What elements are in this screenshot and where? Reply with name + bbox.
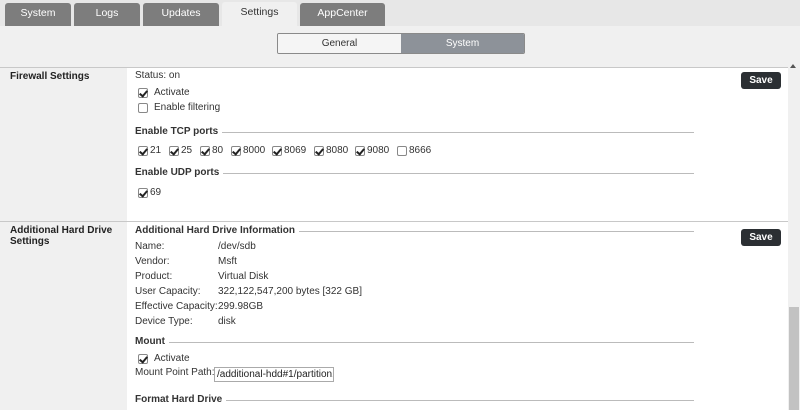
hdd-product-value: Virtual Disk [218, 271, 269, 282]
scroll-up-arrow-icon[interactable] [790, 64, 796, 68]
hdd-device-type-value: disk [218, 316, 236, 327]
hdd-save-button[interactable]: Save [741, 229, 781, 246]
scroll-thumb[interactable] [789, 307, 799, 410]
tcp-port-label: 8666 [409, 145, 432, 156]
tcp-port-checkbox[interactable] [231, 146, 241, 156]
hdd-device-type-label: Device Type: [135, 316, 193, 327]
mount-activate-checkbox[interactable] [138, 354, 148, 364]
firewall-section-title: Firewall Settings [10, 71, 90, 82]
tcp-port-checkbox[interactable] [272, 146, 282, 156]
hdd-effective-capacity-value: 299.98GB [218, 301, 264, 312]
firewall-panel: Status: on Activate Enable filtering Ena… [127, 68, 788, 221]
hdd-product-label: Product: [135, 271, 173, 282]
tcp-port-label: 8069 [284, 145, 307, 156]
tcp-port-checkbox[interactable] [397, 146, 407, 156]
tcp-port-label: 21 [150, 145, 162, 156]
subtab-system[interactable]: System [401, 34, 524, 53]
hdd-effective-capacity-label: Effective Capacity: [135, 301, 218, 312]
settings-content: Firewall Settings Status: on Activate En… [0, 62, 788, 410]
hdd-name-value: /dev/sdb [218, 241, 256, 252]
tab-updates[interactable]: Updates [143, 3, 219, 26]
hdd-name-label: Name: [135, 241, 165, 252]
tab-system[interactable]: System [5, 3, 71, 26]
mount-activate-label: Activate [154, 353, 190, 364]
settings-subtabs: General System [277, 33, 525, 54]
mount-point-label: Mount Point Path: [135, 367, 215, 378]
tcp-port-label: 8080 [326, 145, 349, 156]
tab-settings[interactable]: Settings [222, 2, 297, 26]
firewall-save-button[interactable]: Save [741, 72, 781, 89]
enable-filtering-checkbox[interactable] [138, 103, 148, 113]
hdd-section: Additional Hard Drive Settings Additiona… [0, 222, 788, 410]
hdd-user-capacity-value: 322,122,547,200 bytes [322 GB] [218, 286, 362, 297]
hdd-panel: Additional Hard Drive Information Name: … [127, 222, 788, 410]
tab-logs[interactable]: Logs [74, 3, 140, 26]
tcp-port-checkbox[interactable] [355, 146, 365, 156]
subtab-general[interactable]: General [278, 34, 401, 53]
hdd-vendor-value: Msft [218, 256, 237, 267]
udp-port-checkbox[interactable] [138, 188, 148, 198]
tcp-port-label: 25 [181, 145, 193, 156]
tab-appcenter[interactable]: AppCenter [300, 3, 385, 26]
tcp-port-checkbox[interactable] [138, 146, 148, 156]
hdd-info-title: Additional Hard Drive Information [135, 225, 300, 237]
tcp-port-label: 80 [212, 145, 224, 156]
firewall-status: Status: on [135, 70, 181, 81]
hdd-section-title: Additional Hard Drive Settings [10, 225, 113, 247]
tcp-ports-title: Enable TCP ports [135, 126, 223, 138]
udp-port-label: 69 [150, 187, 162, 198]
tcp-port-checkbox[interactable] [314, 146, 324, 156]
tcp-port-checkbox[interactable] [200, 146, 210, 156]
tcp-port-checkbox[interactable] [169, 146, 179, 156]
firewall-activate-label: Activate [154, 87, 190, 98]
hdd-vendor-label: Vendor: [135, 256, 170, 267]
mount-point-input[interactable]: /additional-hdd#1/partition1/ [214, 367, 334, 382]
hdd-user-capacity-label: User Capacity: [135, 286, 201, 297]
vertical-scrollbar[interactable] [788, 62, 800, 410]
tcp-port-label: 9080 [367, 145, 390, 156]
firewall-activate-checkbox[interactable] [138, 88, 148, 98]
udp-ports-title: Enable UDP ports [135, 167, 224, 179]
firewall-section: Firewall Settings Status: on Activate En… [0, 68, 788, 221]
enable-filtering-label: Enable filtering [154, 102, 221, 113]
tcp-port-label: 8000 [243, 145, 266, 156]
top-tab-bar: System Logs Updates Settings AppCenter [0, 0, 800, 26]
mount-title: Mount [135, 336, 169, 348]
mount-rule [135, 342, 694, 343]
format-title: Format Hard Drive [135, 394, 227, 406]
